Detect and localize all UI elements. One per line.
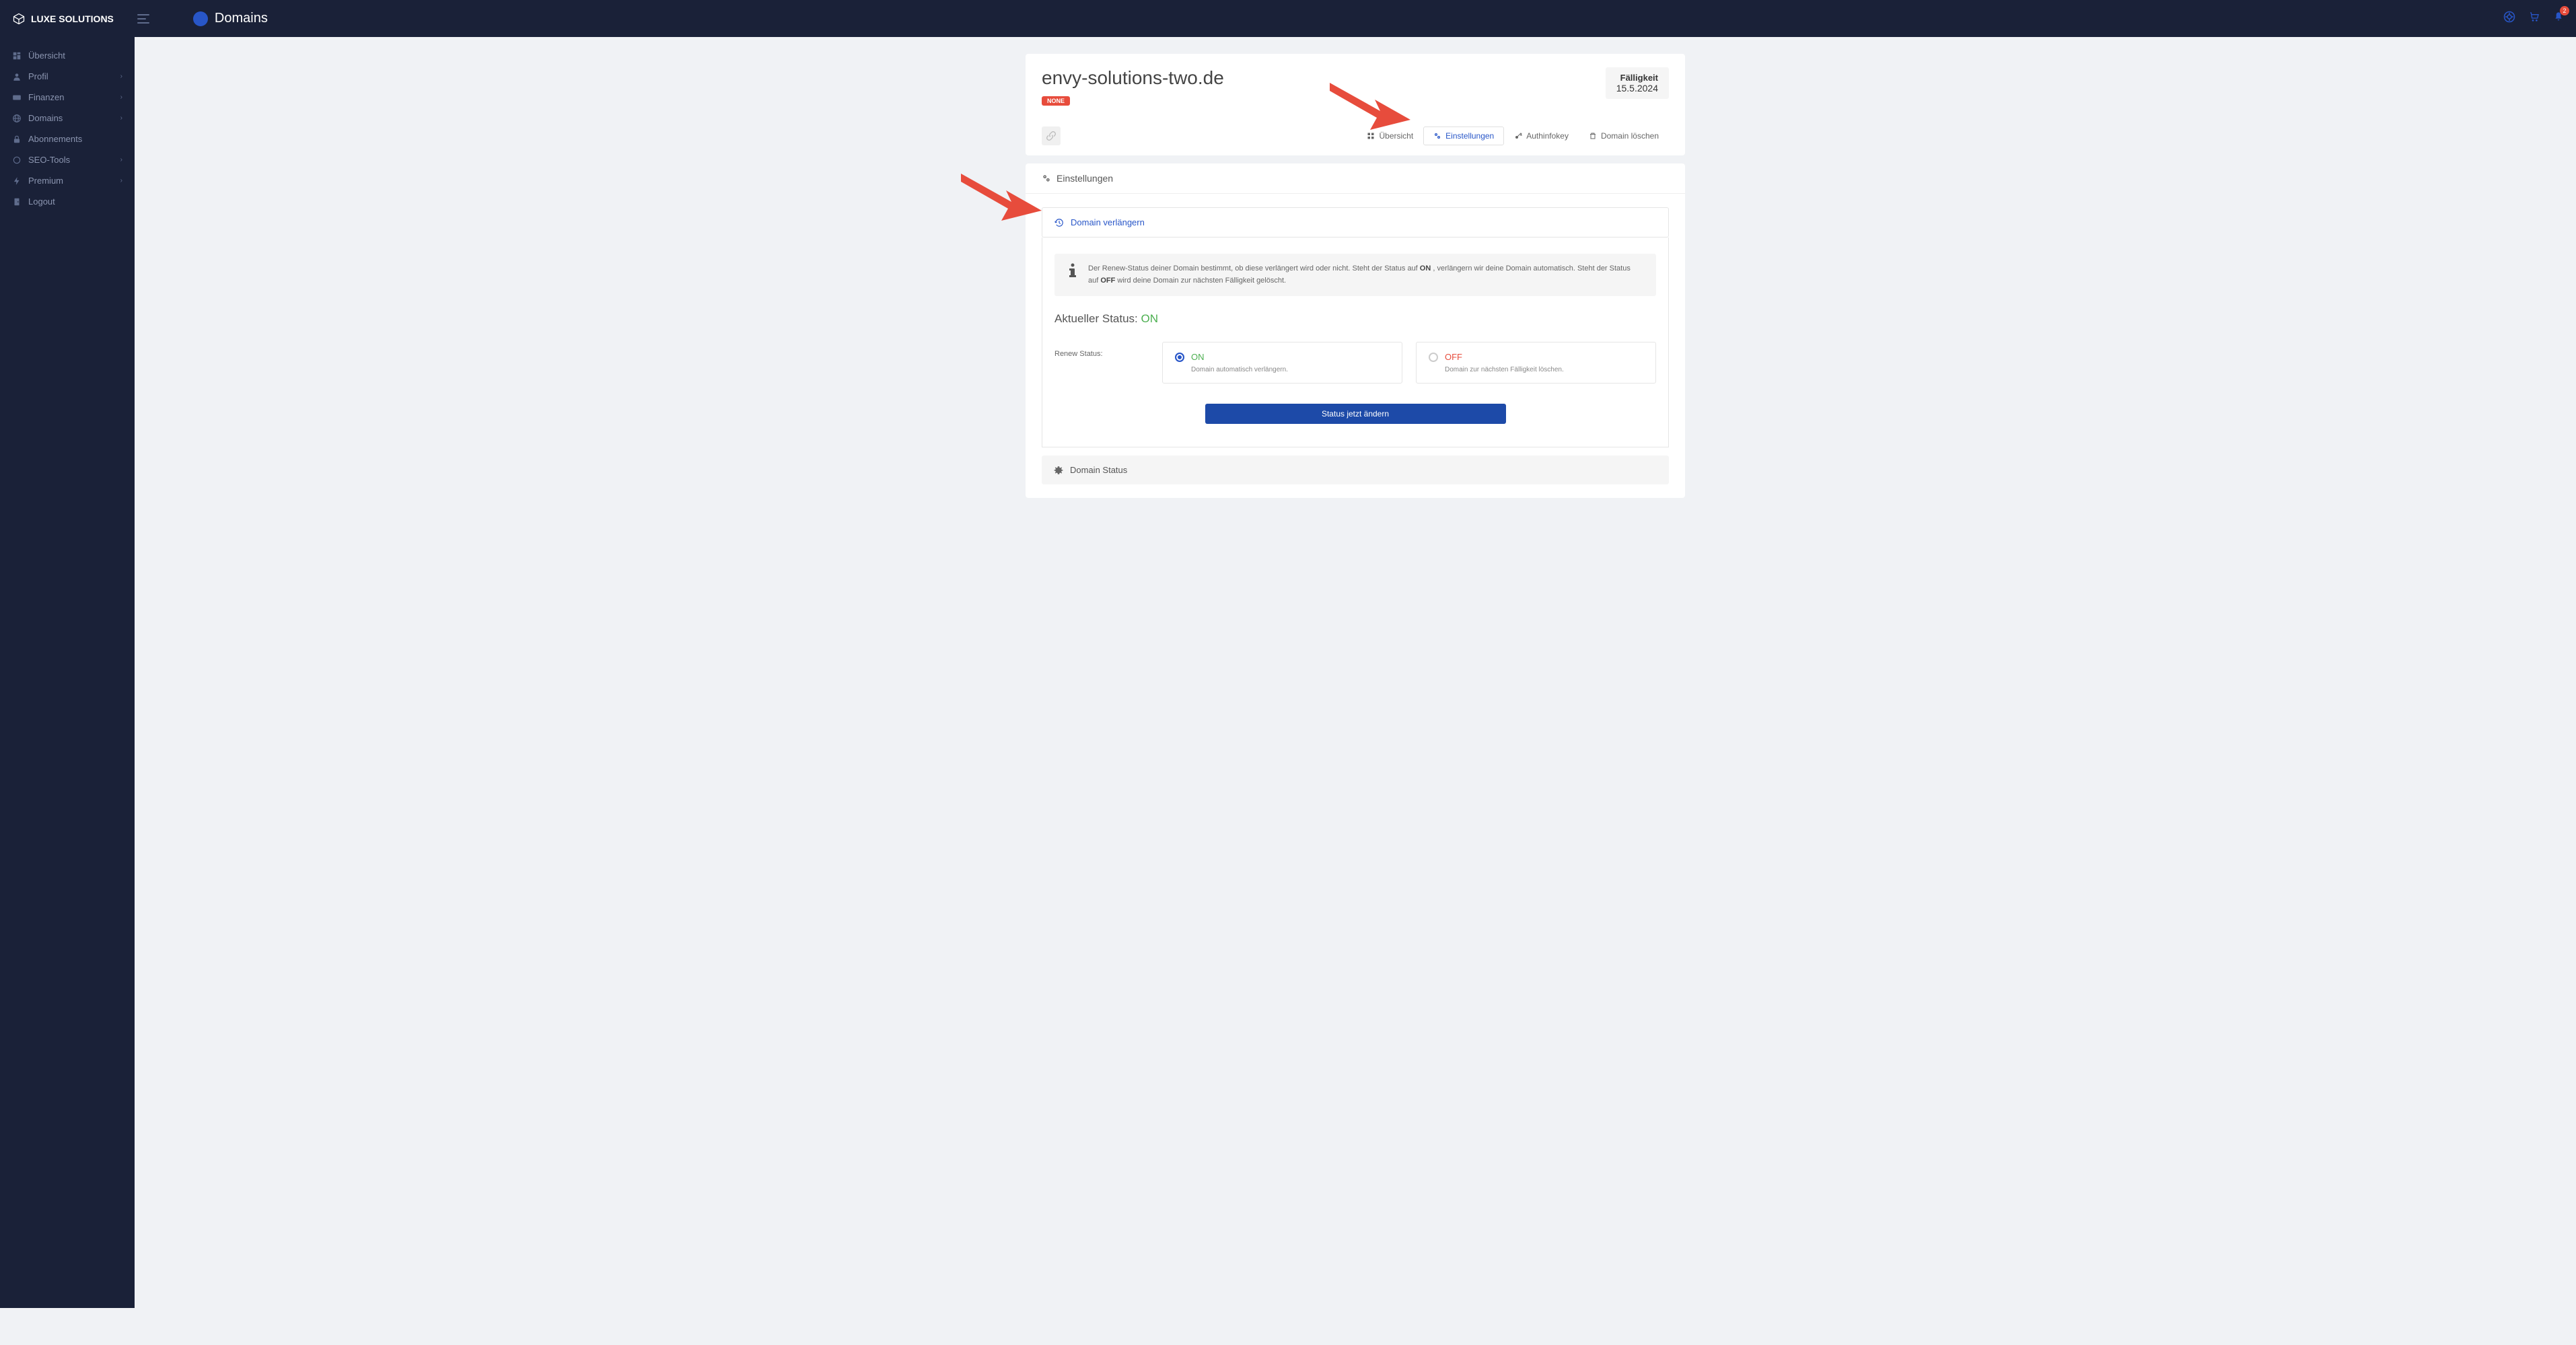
grid-icon	[1367, 132, 1375, 140]
header-bar: LUXE SOLUTIONS Domains	[0, 0, 2576, 37]
chevron-right-icon: ›	[120, 94, 122, 101]
radio-icon	[1429, 353, 1438, 362]
chevron-right-icon: ›	[120, 177, 122, 184]
bolt-icon	[12, 176, 22, 186]
sidebar-item-abonnements[interactable]: Abonnements	[0, 129, 135, 149]
info-box: Der Renew-Status deiner Domain bestimmt,…	[1054, 254, 1656, 296]
cogs-icon	[1433, 132, 1441, 140]
renew-status-label: Renew Status:	[1054, 342, 1149, 384]
tab-domain-loeschen[interactable]: Domain löschen	[1579, 126, 1669, 145]
tab-einstellungen[interactable]: Einstellungen	[1423, 126, 1504, 145]
domain-name: envy-solutions-two.de	[1042, 67, 1224, 89]
globe-icon	[193, 11, 208, 26]
menu-toggle-icon[interactable]	[137, 14, 149, 24]
chevron-right-icon: ›	[120, 114, 122, 122]
sidebar-item-uebersicht[interactable]: Übersicht	[0, 45, 135, 66]
logo-text: LUXE SOLUTIONS	[31, 13, 114, 24]
cogs-icon	[1042, 174, 1051, 183]
chevron-right-icon: ›	[120, 73, 122, 80]
info-text: Der Renew-Status deiner Domain bestimmt,…	[1088, 263, 1643, 287]
sidebar-item-logout[interactable]: Logout	[0, 191, 135, 212]
user-icon	[12, 72, 22, 81]
due-date-box: Fälligkeit 15.5.2024	[1606, 67, 1669, 99]
page-title: Domains	[193, 11, 268, 26]
sidebar-item-domains[interactable]: Domains ›	[0, 108, 135, 129]
domain-header-card: envy-solutions-two.de NONE Fälligkeit 15…	[1026, 54, 1685, 155]
chevron-right-icon: ›	[120, 156, 122, 163]
key-icon	[1514, 132, 1522, 140]
trash-icon	[1589, 132, 1597, 140]
dashboard-icon	[12, 51, 22, 61]
domain-status-header[interactable]: Domain Status	[1042, 456, 1669, 484]
logo-icon	[12, 12, 26, 26]
history-icon	[1054, 218, 1064, 227]
radio-icon	[1175, 353, 1184, 362]
info-icon	[1068, 263, 1077, 287]
sidebar-item-seotools[interactable]: SEO-Tools ›	[0, 149, 135, 170]
gear-icon	[1054, 466, 1063, 475]
domain-verlaengern-header[interactable]: Domain verlängern	[1042, 207, 1669, 238]
help-icon[interactable]	[2503, 11, 2515, 26]
status-aendern-button[interactable]: Status jetzt ändern	[1205, 404, 1506, 424]
link-icon[interactable]	[1042, 126, 1061, 145]
logo[interactable]: LUXE SOLUTIONS	[12, 12, 114, 26]
current-status: Aktueller Status: ON	[1054, 312, 1656, 326]
door-icon	[12, 197, 22, 207]
sidebar: Übersicht Profil › Finanzen › Domains ›	[0, 37, 135, 1308]
sidebar-item-finanzen[interactable]: Finanzen ›	[0, 87, 135, 108]
notification-badge: 2	[2560, 6, 2569, 15]
status-badge: NONE	[1042, 96, 1070, 106]
tab-authinfokey[interactable]: Authinfokey	[1504, 126, 1579, 145]
card-icon	[12, 93, 22, 102]
sidebar-item-premium[interactable]: Premium ›	[0, 170, 135, 191]
radio-option-on[interactable]: ON Domain automatisch verlängern.	[1162, 342, 1402, 384]
lock-icon	[12, 135, 22, 144]
sidebar-item-profil[interactable]: Profil ›	[0, 66, 135, 87]
notification-icon[interactable]: 2	[2553, 11, 2564, 26]
circle-icon	[12, 155, 22, 165]
radio-option-off[interactable]: OFF Domain zur nächsten Fälligkeit lösch…	[1416, 342, 1656, 384]
cart-icon[interactable]	[2529, 11, 2540, 26]
tab-uebersicht[interactable]: Übersicht	[1357, 126, 1423, 145]
settings-card: Einstellungen Domain verlängern	[1026, 163, 1685, 498]
globe-icon	[12, 114, 22, 123]
settings-header: Einstellungen	[1026, 163, 1685, 194]
